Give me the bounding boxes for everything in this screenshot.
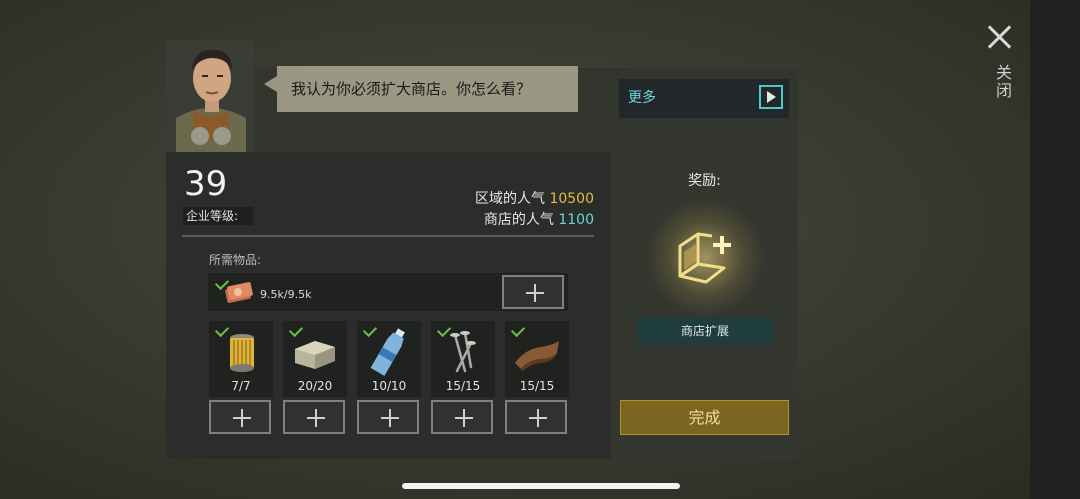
close-label: 关闭 xyxy=(993,64,1012,100)
more-button[interactable]: 更多 xyxy=(619,79,789,118)
npc-speech-bubble: 我认为你必须扩大商店。你怎么看？ xyxy=(277,66,578,112)
item-count: 15/15 xyxy=(445,379,481,393)
add-item-button[interactable] xyxy=(209,400,271,434)
item-slot-nails: 15/15 xyxy=(431,321,495,397)
banknote-icon xyxy=(225,282,253,303)
company-level-label: 企业等级: xyxy=(183,207,253,225)
complete-button[interactable]: 完成 xyxy=(620,400,789,435)
more-label: 更多 xyxy=(628,90,656,106)
home-indicator[interactable] xyxy=(402,483,680,489)
oil-filter-icon xyxy=(230,334,254,372)
shop-popularity-value: 1100 xyxy=(558,212,594,228)
close-button[interactable]: 关闭 xyxy=(982,22,1016,102)
money-amount: 9.5k/9.5k xyxy=(260,288,312,301)
close-icon xyxy=(986,24,1012,50)
company-level-value: 39 xyxy=(184,164,228,204)
shop-expansion-icon xyxy=(678,232,731,284)
add-money-button[interactable] xyxy=(502,275,564,309)
leather-icon xyxy=(515,341,559,371)
item-count: 15/15 xyxy=(519,379,555,393)
divider xyxy=(182,235,594,237)
reward-title: 奖励: xyxy=(688,173,721,189)
area-popularity-value: 10500 xyxy=(549,191,594,207)
shop-popularity-label: 商店的人气 xyxy=(483,212,554,228)
water-bottle-icon xyxy=(370,328,405,376)
add-item-button[interactable] xyxy=(357,400,419,434)
add-item-button[interactable] xyxy=(431,400,493,434)
stone-block-icon xyxy=(295,341,335,369)
right-edge-strip xyxy=(1030,0,1080,499)
reward-badge: 商店扩展 xyxy=(637,318,773,345)
item-slot-oil-filter: 7/7 xyxy=(209,321,273,397)
area-popularity: 区域的人气 10500 xyxy=(475,188,594,208)
add-item-button[interactable] xyxy=(283,400,345,434)
item-slot-water-bottle: 10/10 xyxy=(357,321,421,397)
item-slot-leather: 15/15 xyxy=(505,321,569,397)
item-count: 10/10 xyxy=(371,379,407,393)
shop-popularity: 商店的人气 1100 xyxy=(484,209,594,229)
area-popularity-label: 区域的人气 xyxy=(475,191,545,207)
npc-portrait xyxy=(166,40,254,152)
item-count: 20/20 xyxy=(297,379,333,393)
required-items-label: 所需物品: xyxy=(209,253,262,267)
nails-icon xyxy=(450,331,476,373)
speech-bubble-tail xyxy=(264,76,277,92)
add-item-button[interactable] xyxy=(505,400,567,434)
item-slot-stone-block: 20/20 xyxy=(283,321,347,397)
play-icon xyxy=(759,85,783,109)
item-count: 7/7 xyxy=(231,379,251,393)
